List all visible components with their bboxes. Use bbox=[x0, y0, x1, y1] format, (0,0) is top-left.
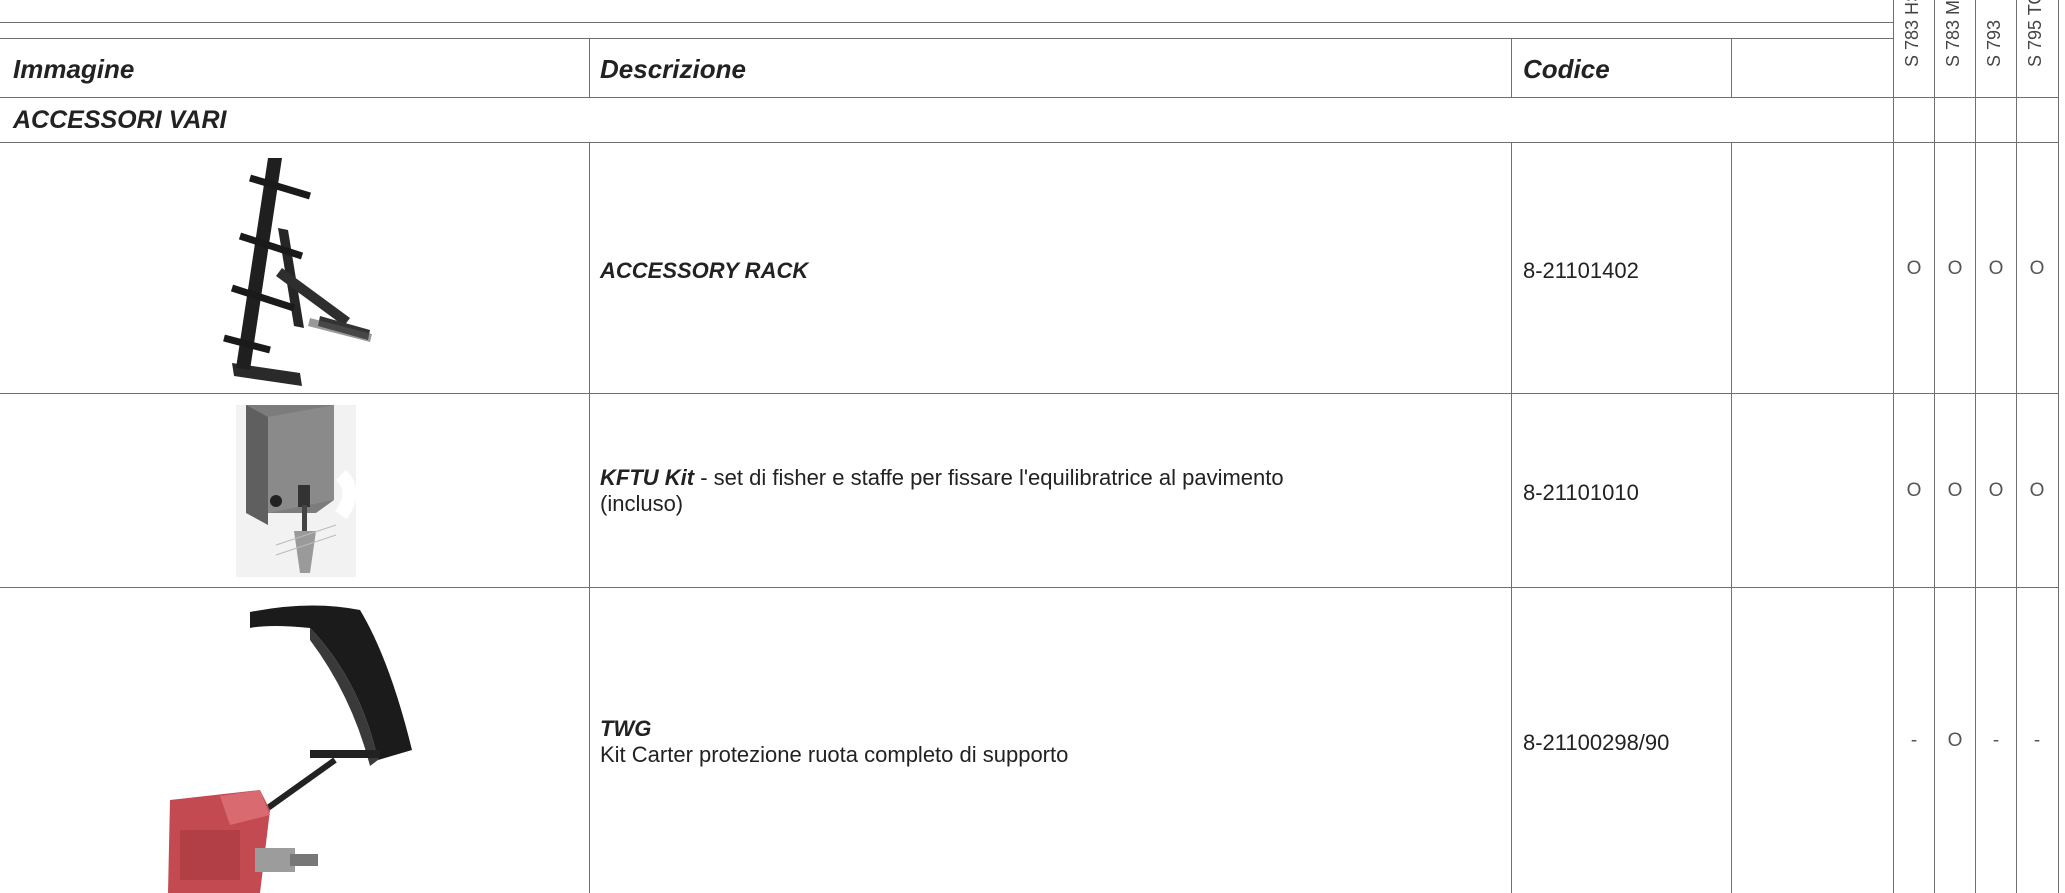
model-mark: O bbox=[1947, 480, 1963, 501]
description-text: - set di fisher e staffe per fissare l'e… bbox=[694, 465, 1284, 490]
grid-line bbox=[1511, 142, 1512, 893]
grid-line bbox=[1893, 142, 1894, 893]
model-mark: O bbox=[2029, 258, 2045, 279]
header-model-label: S 783 HS bbox=[1902, 0, 1922, 67]
header-image: Immagine bbox=[13, 54, 135, 84]
row-description: TWG Kit Carter protezione ruota completo… bbox=[600, 716, 1068, 768]
grid-line bbox=[0, 38, 1893, 39]
header-model-3: S 793 bbox=[1976, 0, 2016, 88]
grid-line bbox=[589, 38, 590, 97]
grid-line bbox=[1511, 38, 1512, 97]
header-model-label: S 783 MC bbox=[1943, 0, 1963, 67]
row-description: ACCESSORY RACK bbox=[600, 258, 808, 284]
model-mark: O bbox=[1947, 730, 1963, 751]
description-text-line2: Kit Carter protezione ruota completo di … bbox=[600, 742, 1069, 767]
section-title: ACCESSORI VARI bbox=[13, 106, 227, 134]
grid-line bbox=[2058, 0, 2059, 893]
product-name: ACCESSORY RACK bbox=[600, 258, 809, 283]
accessory-rack-image bbox=[223, 158, 372, 386]
grid-line bbox=[1731, 142, 1732, 893]
header-model-2: S 783 MC bbox=[1935, 0, 1975, 88]
model-mark: - bbox=[1992, 730, 2000, 751]
header-model-4: S 795 TOP bbox=[2017, 0, 2057, 88]
grid-line bbox=[0, 393, 2058, 394]
wheel-guard-image bbox=[168, 605, 412, 893]
model-mark: - bbox=[1910, 730, 1918, 751]
header-description: Descrizione bbox=[600, 54, 746, 84]
row-code: 8-21100298/90 bbox=[1523, 730, 1670, 755]
grid-line bbox=[1934, 142, 1935, 893]
model-mark: O bbox=[2029, 480, 2045, 501]
row-code: 8-21101402 bbox=[1523, 258, 1639, 283]
row-description: KFTU Kit - set di fisher e staffe per fi… bbox=[600, 465, 1284, 517]
header-code: Codice bbox=[1523, 54, 1610, 84]
grid-line bbox=[0, 142, 2058, 143]
grid-line bbox=[0, 97, 2058, 98]
grid-line bbox=[0, 587, 2058, 588]
row-code: 8-21101010 bbox=[1523, 480, 1639, 505]
grid-line bbox=[2016, 142, 2017, 893]
floor-fixing-bracket-image bbox=[236, 405, 356, 577]
grid-line bbox=[1975, 142, 1976, 893]
header-model-1: S 783 HS bbox=[1894, 0, 1934, 88]
product-name: TWG bbox=[600, 716, 652, 741]
model-mark: O bbox=[1906, 480, 1922, 501]
header-model-label: S 793 bbox=[1984, 19, 2004, 67]
grid-line bbox=[1731, 38, 1732, 97]
model-mark: O bbox=[1906, 258, 1922, 279]
description-text-line2: (incluso) bbox=[600, 491, 684, 516]
accessory-table: Immagine Descrizione Codice S 783 HS S 7… bbox=[0, 0, 2065, 893]
product-name: KFTU Kit bbox=[600, 465, 695, 490]
model-mark: O bbox=[1947, 258, 1963, 279]
grid-line bbox=[589, 142, 590, 893]
grid-line bbox=[0, 22, 1893, 23]
model-mark: O bbox=[1988, 480, 2004, 501]
model-mark: - bbox=[2033, 730, 2041, 751]
model-mark: O bbox=[1988, 258, 2004, 279]
header-model-label: S 795 TOP bbox=[2025, 0, 2045, 67]
